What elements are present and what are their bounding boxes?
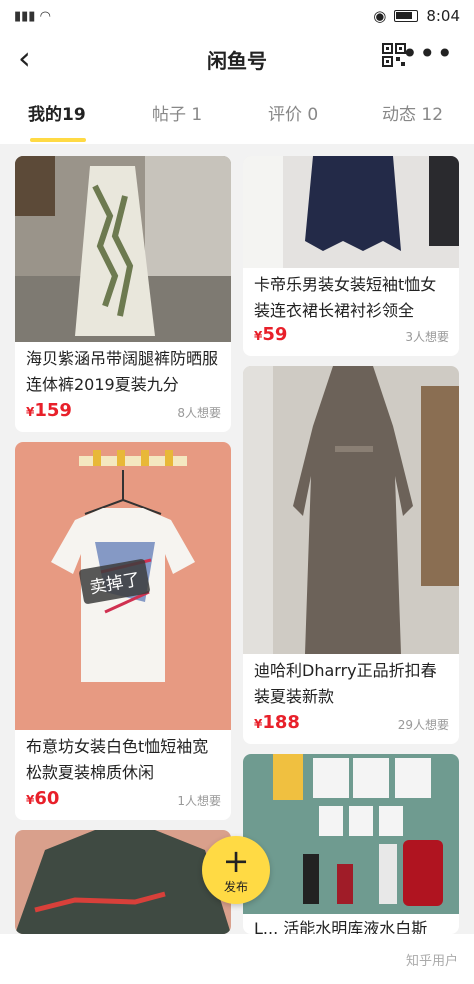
product-card[interactable]: 卡帝乐男装女装短袖t恤女装连衣裙长裙衬衫领全 ¥59 3人想要 — [243, 156, 459, 356]
product-title: 迪哈利Dharry正品折扣春装夏装新款 — [254, 661, 437, 706]
product-title: L... 活能水明库液水白斯 — [254, 919, 428, 934]
product-image — [15, 830, 231, 934]
product-price: ¥188 — [254, 712, 300, 733]
battery-icon — [394, 10, 419, 22]
publish-label: 发布 — [223, 880, 248, 894]
want-count: 8人想要 — [177, 406, 221, 420]
product-title: 海贝紫涵吊带阔腿裤防晒服连体裤2019夏装九分 — [26, 349, 219, 394]
product-image — [243, 754, 459, 914]
product-card[interactable]: 卖掉了 布意坊女装白色t恤短袖宽松款夏装棉质休闲 ¥60 1人想要 — [15, 442, 231, 820]
product-card[interactable]: 海贝紫涵吊带阔腿裤防晒服连体裤2019夏装九分 ¥159 8人想要 — [15, 156, 231, 432]
product-image — [15, 156, 231, 342]
watermark: 知乎用户 — [405, 954, 458, 969]
product-card[interactable]: 迪哈利Dharry正品折扣春装夏装新款 ¥188 29人想要 — [243, 366, 459, 744]
status-bar: ▮▮▮ ◠ ◉ 8:04 — [0, 0, 474, 34]
status-time: 8:04 — [426, 7, 460, 25]
signal-wifi-icons: ▮▮▮ ◠ — [14, 9, 51, 24]
tab-updates[interactable]: 动态 12 — [382, 100, 443, 125]
product-card[interactable]: L... 活能水明库液水白斯 — [243, 754, 459, 934]
top-nav-bar: ‹ 闲鱼号 ••• — [0, 34, 474, 84]
tab-active-indicator — [30, 138, 86, 142]
bottom-bar: 知乎用户 — [0, 934, 474, 984]
want-count: 3人想要 — [405, 330, 449, 344]
product-price: ¥59 — [254, 324, 288, 345]
product-image — [243, 366, 459, 654]
eye-icon: ◉ — [373, 7, 387, 25]
tab-reviews[interactable]: 评价 0 — [268, 100, 318, 125]
tab-posts[interactable]: 帖子 1 — [152, 100, 202, 125]
more-menu-icon[interactable]: ••• — [401, 36, 454, 72]
product-image — [243, 156, 459, 268]
product-price: ¥159 — [26, 400, 72, 421]
product-card[interactable] — [15, 830, 231, 934]
product-title: 卡帝乐男装女装短袖t恤女装连衣裙长裙衬衫领全 — [254, 275, 437, 320]
want-count: 1人想要 — [177, 794, 221, 808]
product-title: 布意坊女装白色t恤短袖宽松款夏装棉质休闲 — [26, 737, 209, 782]
want-count: 29人想要 — [397, 718, 449, 732]
product-price: ¥60 — [26, 788, 60, 809]
tab-bar: 我的19 帖子 1 评价 0 动态 12 — [0, 84, 474, 144]
plus-icon: + — [222, 842, 250, 880]
publish-button[interactable]: + 发布 — [202, 836, 270, 904]
tab-mine[interactable]: 我的19 — [28, 100, 86, 125]
